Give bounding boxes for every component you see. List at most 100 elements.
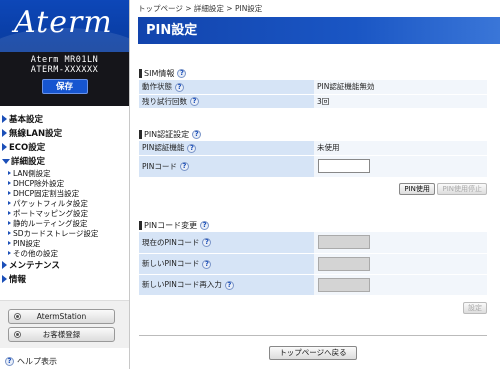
submenu-lan[interactable]: LAN側設定 <box>0 168 129 178</box>
submenu-dhcp-exclude[interactable]: DHCP除外設定 <box>0 178 129 188</box>
row-label: 新しいPINコード再入力? <box>139 274 314 296</box>
back-to-top-button[interactable]: トップページへ戻る <box>269 346 357 360</box>
menu-basic-settings[interactable]: 基本設定 <box>0 112 129 126</box>
button-label: AtermStation <box>36 312 87 321</box>
pin-use-button[interactable]: PIN使用 <box>399 182 435 195</box>
help-icon[interactable]: ? <box>187 143 197 153</box>
heading-text: SIM情報 <box>144 68 175 78</box>
menu-wireless-lan[interactable]: 無線LAN設定 <box>0 126 129 140</box>
atermstation-button[interactable]: AtermStation <box>8 309 115 324</box>
pin-stop-button[interactable]: PIN使用停止 <box>437 182 487 195</box>
help-icon[interactable]: ? <box>192 129 202 139</box>
help-label: ヘルプ表示 <box>17 357 57 366</box>
save-button[interactable]: 保存 <box>41 79 88 94</box>
sidebar: Aterm Aterm MR01LN ATERM-XXXXXX 保存 基本設定 … <box>0 0 130 369</box>
pin-auth-actions: PIN使用 PIN使用停止 <box>139 182 487 195</box>
label-text: PIN認証機能 <box>142 143 185 153</box>
bullet-icon <box>8 191 11 195</box>
radio-bullet-icon <box>14 331 21 338</box>
device-info: Aterm MR01LN ATERM-XXXXXX 保存 <box>0 52 129 106</box>
table-row: 新しいPINコード再入力? <box>139 274 487 296</box>
bullet-icon <box>8 231 11 235</box>
sim-info-section: SIM情報 ? 動作状態? PIN認証機能無効 残り試行回数? 3回 <box>139 66 487 109</box>
set-button[interactable]: 設定 <box>463 301 487 314</box>
submenu-static-routing[interactable]: 静的ルーティング設定 <box>0 218 129 228</box>
help-icon[interactable]: ? <box>190 97 199 106</box>
menu-label: 無線LAN設定 <box>9 129 63 139</box>
menu-maintenance[interactable]: メンテナンス <box>0 258 129 272</box>
heading-bar <box>139 129 142 139</box>
bullet-icon <box>8 201 11 205</box>
help-icon[interactable]: ? <box>202 259 212 269</box>
current-pin-input <box>318 235 370 250</box>
heading-text: PINコード変更 <box>144 220 198 230</box>
device-model: Aterm MR01LN <box>30 55 99 65</box>
menu-label: 詳細設定 <box>11 157 46 167</box>
submenu-packet-filter[interactable]: パケットフィルタ設定 <box>0 198 129 208</box>
menu-eco[interactable]: ECO設定 <box>0 140 129 154</box>
submenu-dhcp-fixed[interactable]: DHCP固定割当設定 <box>0 188 129 198</box>
row-label: PINコード? <box>139 155 314 178</box>
heading-text: PIN認証設定 <box>144 129 190 139</box>
device-name: ATERM-XXXXXX <box>30 65 99 75</box>
help-icon[interactable]: ? <box>224 280 234 290</box>
help-icon: ? <box>5 357 14 366</box>
submenu-pin[interactable]: PIN設定 <box>0 238 129 248</box>
table-row: 動作状態? PIN認証機能無効 <box>139 80 487 95</box>
section-heading: PINコード変更 ? <box>139 218 487 232</box>
retries-value: 3回 <box>314 94 487 109</box>
pin-auth-table: PIN認証機能? 未使用 PINコード? <box>139 141 487 178</box>
bullet-icon <box>8 251 11 255</box>
triangle-right-icon <box>2 129 7 137</box>
submenu-other[interactable]: その他の設定 <box>0 248 129 258</box>
heading-bar <box>139 68 142 78</box>
table-row: PINコード? <box>139 155 487 178</box>
logo-text: Aterm <box>14 5 113 40</box>
help-icon[interactable]: ? <box>175 82 184 92</box>
menu-label: メンテナンス <box>9 261 60 271</box>
menu-label: ECO設定 <box>9 143 46 153</box>
label-text: 現在のPINコード <box>142 237 200 247</box>
menu-info[interactable]: 情報 <box>0 272 129 286</box>
bullet-icon <box>8 181 11 185</box>
pin-code-input[interactable] <box>318 159 370 173</box>
bullet-icon <box>8 221 11 225</box>
menu-advanced[interactable]: 詳細設定 <box>0 154 129 168</box>
pin-func-value: 未使用 <box>314 141 487 156</box>
confirm-pin-cell <box>314 274 487 296</box>
help-icon[interactable]: ? <box>202 238 212 248</box>
button-label: お客様登録 <box>42 330 81 339</box>
menu-label: 基本設定 <box>9 115 44 125</box>
help-icon[interactable]: ? <box>200 220 210 230</box>
pin-code-cell <box>314 155 487 178</box>
radio-bullet-icon <box>14 313 21 320</box>
bullet-icon <box>8 211 11 215</box>
help-link[interactable]: ? ヘルプ表示 <box>5 356 57 367</box>
help-icon[interactable]: ? <box>177 68 187 78</box>
current-pin-cell <box>314 232 487 254</box>
breadcrumb: トップページ > 詳細設定 > PIN設定 <box>138 4 263 13</box>
triangle-right-icon <box>2 275 7 283</box>
pin-auth-section: PIN認証設定 ? PIN認証機能? 未使用 PINコード? PIN使用 PIN… <box>139 127 487 195</box>
page-title: PIN設定 <box>138 17 500 44</box>
label-text: 新しいPINコード再入力 <box>142 280 222 289</box>
submenu-port-mapping[interactable]: ポートマッピング設定 <box>0 208 129 218</box>
row-label: 現在のPINコード? <box>139 232 314 254</box>
row-label: 動作状態? <box>139 80 314 95</box>
divider <box>139 335 487 336</box>
submenu-sd-storage[interactable]: SDカードストレージ設定 <box>0 228 129 238</box>
section-heading: SIM情報 ? <box>139 66 487 80</box>
row-label: 残り試行回数? <box>139 94 314 109</box>
help-icon[interactable]: ? <box>179 162 189 171</box>
submenu-label: その他の設定 <box>13 248 58 258</box>
customer-register-button[interactable]: お客様登録 <box>8 327 115 342</box>
pin-change-section: PINコード変更 ? 現在のPINコード? 新しいPINコード? 新しいPINコ… <box>139 218 487 314</box>
heading-bar <box>139 220 142 230</box>
aterm-logo[interactable]: Aterm <box>0 0 129 52</box>
menu-label: 情報 <box>9 275 27 285</box>
main-content: トップページ > 詳細設定 > PIN設定 PIN設定 SIM情報 ? 動作状態… <box>131 0 500 369</box>
confirm-pin-input <box>318 277 370 292</box>
table-row: 残り試行回数? 3回 <box>139 94 487 109</box>
row-label: 新しいPINコード? <box>139 253 314 275</box>
label-text: 残り試行回数 <box>142 96 187 106</box>
